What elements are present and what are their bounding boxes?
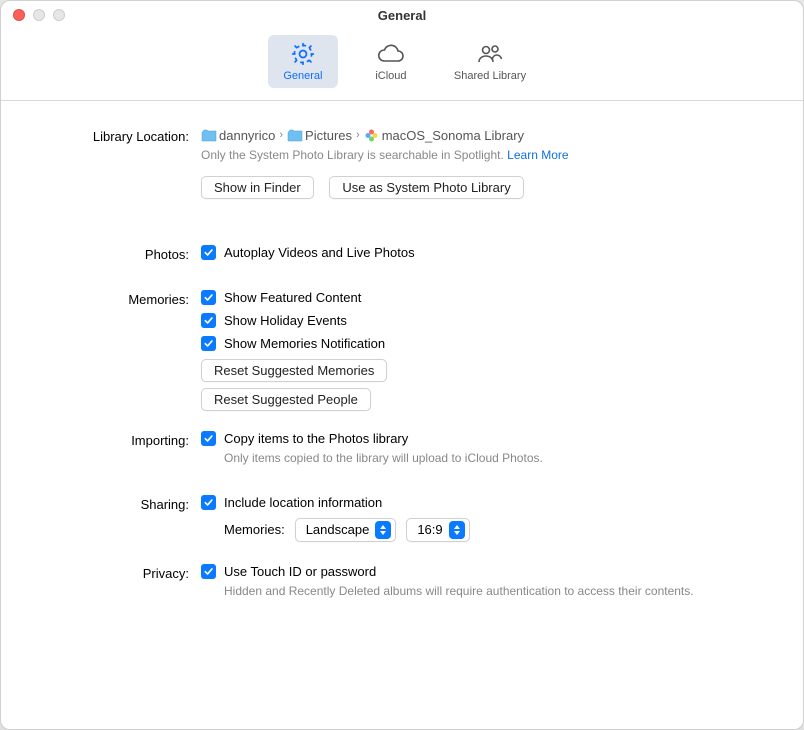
orientation-value: Landscape [306,522,370,537]
tab-icloud-label: iCloud [375,70,406,82]
breadcrumb-segment: Pictures [305,128,352,143]
tab-shared-label: Shared Library [454,70,526,82]
sharing-label: Sharing: [39,495,201,512]
importing-note: Only items copied to the library will up… [224,450,733,467]
reset-people-button[interactable]: Reset Suggested People [201,388,371,411]
touchid-checkbox[interactable] [201,564,216,579]
sharing-section: Sharing: Include location information Me… [39,495,733,542]
memories-notification-checkbox[interactable] [201,336,216,351]
traffic-lights [13,9,65,21]
chevron-right-icon: › [354,129,362,141]
memories-notification-label: Show Memories Notification [224,336,385,351]
memories-label: Memories: [39,290,201,307]
photos-section: Photos: Autoplay Videos and Live Photos [39,245,733,268]
settings-content: Library Location: dannyrico › Pictures › [1,101,803,729]
holiday-events-checkbox[interactable] [201,313,216,328]
photos-label: Photos: [39,245,201,262]
minimize-button[interactable] [33,9,45,21]
use-as-system-library-button[interactable]: Use as System Photo Library [329,176,523,199]
reset-memories-button[interactable]: Reset Suggested Memories [201,359,387,382]
aspect-ratio-value: 16:9 [417,522,442,537]
chevron-right-icon: › [277,129,285,141]
library-note: Only the System Photo Library is searcha… [201,147,733,164]
toolbar: General iCloud Shared Library [1,29,803,101]
privacy-section: Privacy: Use Touch ID or password Hidden… [39,564,733,606]
memories-section: Memories: Show Featured Content Show Hol… [39,290,733,417]
tab-general-label: General [283,70,322,82]
featured-content-checkbox[interactable] [201,290,216,305]
titlebar: General [1,1,803,29]
tab-general[interactable]: General [268,35,338,88]
importing-label: Importing: [39,431,201,448]
sharing-memories-label: Memories: [224,522,285,537]
close-button[interactable] [13,9,25,21]
gear-icon [288,41,318,67]
holiday-events-label: Show Holiday Events [224,313,347,328]
show-in-finder-button[interactable]: Show in Finder [201,176,314,199]
tab-shared-library[interactable]: Shared Library [444,35,536,88]
photos-library-icon [364,127,380,143]
featured-content-label: Show Featured Content [224,290,361,305]
privacy-note: Hidden and Recently Deleted albums will … [224,583,733,600]
include-location-label: Include location information [224,495,382,510]
breadcrumb-segment: macOS_Sonoma Library [382,128,524,143]
tab-icloud[interactable]: iCloud [356,35,426,88]
library-location-label: Library Location: [39,127,201,144]
touchid-label: Use Touch ID or password [224,564,376,579]
maximize-button[interactable] [53,9,65,21]
aspect-ratio-popup[interactable]: 16:9 [406,518,469,542]
autoplay-label: Autoplay Videos and Live Photos [224,245,415,260]
privacy-label: Privacy: [39,564,201,581]
copy-items-checkbox[interactable] [201,431,216,446]
orientation-popup[interactable]: Landscape [295,518,397,542]
popup-arrows-icon [449,521,465,539]
home-folder-icon [201,127,217,143]
learn-more-link[interactable]: Learn More [507,148,568,162]
folder-icon [287,127,303,143]
importing-section: Importing: Copy items to the Photos libr… [39,431,733,473]
library-path-breadcrumb[interactable]: dannyrico › Pictures › [201,127,733,143]
library-location-section: Library Location: dannyrico › Pictures › [39,127,733,223]
people-icon [475,41,505,67]
settings-window: General General iCloud [0,0,804,730]
cloud-icon [376,41,406,67]
window-title: General [13,8,791,23]
copy-items-label: Copy items to the Photos library [224,431,408,446]
popup-arrows-icon [375,521,391,539]
include-location-checkbox[interactable] [201,495,216,510]
breadcrumb-segment: dannyrico [219,128,275,143]
autoplay-checkbox[interactable] [201,245,216,260]
